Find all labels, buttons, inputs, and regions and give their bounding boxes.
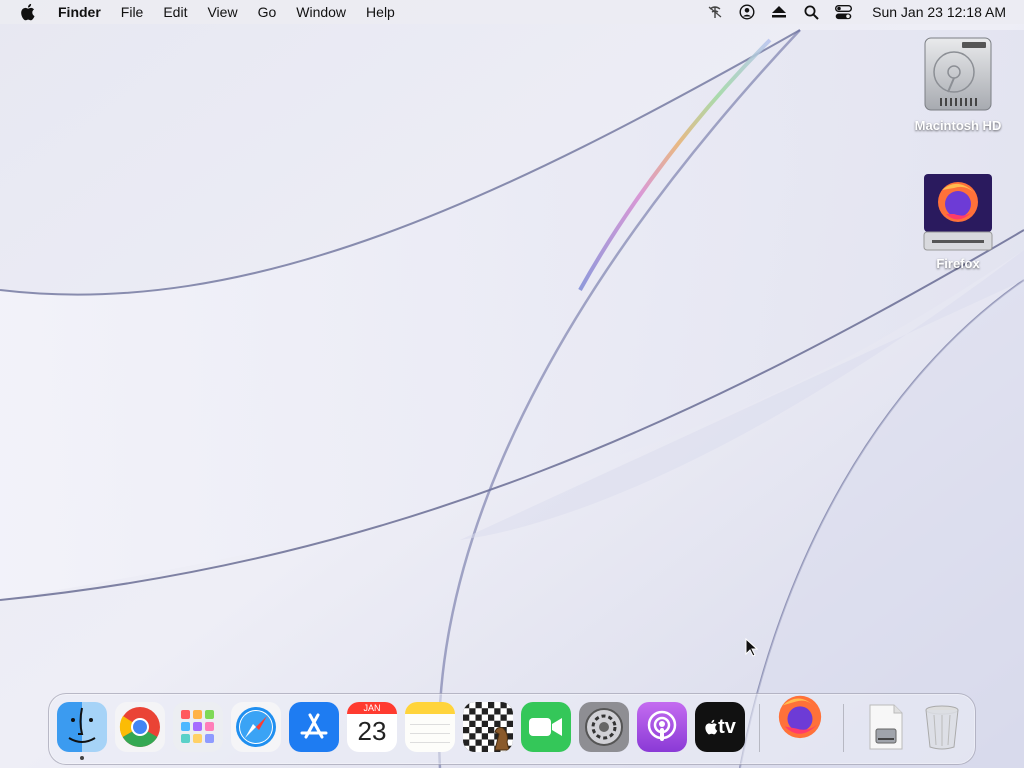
menu-edit[interactable]: Edit: [153, 0, 197, 24]
menu-file[interactable]: File: [111, 0, 154, 24]
dock-separator: [759, 704, 760, 752]
dock-finder-icon[interactable]: [57, 702, 107, 752]
dock-apple-tv-icon[interactable]: tv: [695, 702, 745, 752]
wifi-off-icon[interactable]: [706, 3, 724, 21]
menu-help[interactable]: Help: [356, 0, 405, 24]
dock-app-store-icon[interactable]: [289, 702, 339, 752]
hard-drive-icon: [918, 34, 998, 114]
control-center-icon[interactable]: [834, 3, 852, 21]
mouse-cursor-icon: [745, 638, 759, 657]
calendar-month: JAN: [347, 702, 397, 714]
dock-separator: [843, 704, 844, 752]
desktop-icon-firefox[interactable]: Firefox: [908, 172, 1008, 271]
menu-view[interactable]: View: [197, 0, 247, 24]
dock-launchpad-icon[interactable]: [173, 702, 223, 752]
dock-safari-icon[interactable]: [231, 702, 281, 752]
dock-notes-icon[interactable]: [405, 702, 455, 752]
dock-disk-image-file-icon[interactable]: [861, 702, 911, 752]
finder-running-indicator: [80, 756, 84, 760]
dock-calendar-icon[interactable]: JAN 23: [347, 702, 397, 752]
dock-system-preferences-icon[interactable]: [579, 702, 629, 752]
dock-facetime-icon[interactable]: [521, 702, 571, 752]
dock-podcasts-icon[interactable]: [637, 702, 687, 752]
dock: JAN 23 tv: [48, 693, 976, 765]
desktop-icon-label: Firefox: [936, 256, 980, 271]
firefox-disk-image-icon: [918, 172, 998, 252]
dock-chess-icon[interactable]: [463, 702, 513, 752]
menu-go[interactable]: Go: [248, 0, 287, 24]
spotlight-icon[interactable]: [802, 3, 820, 21]
user-icon[interactable]: [738, 3, 756, 21]
desktop-wallpaper: [0, 0, 1024, 768]
calendar-day: 23: [357, 716, 387, 746]
menu-bar: Finder File Edit View Go Window Help Sun…: [0, 0, 1024, 24]
desktop-icon-macintosh-hd[interactable]: Macintosh HD: [908, 34, 1008, 133]
menu-app-name[interactable]: Finder: [48, 0, 111, 24]
menu-window[interactable]: Window: [286, 0, 356, 24]
menu-clock[interactable]: Sun Jan 23 12:18 AM: [872, 4, 1006, 20]
apple-menu-icon[interactable]: [18, 3, 36, 21]
dock-firefox-icon[interactable]: [775, 690, 825, 740]
desktop-icon-label: Macintosh HD: [914, 118, 1002, 133]
dock-trash-icon[interactable]: [917, 702, 967, 752]
dock-chrome-icon[interactable]: [115, 702, 165, 752]
eject-icon[interactable]: [770, 3, 788, 21]
apple-tv-label: tv: [718, 715, 736, 738]
